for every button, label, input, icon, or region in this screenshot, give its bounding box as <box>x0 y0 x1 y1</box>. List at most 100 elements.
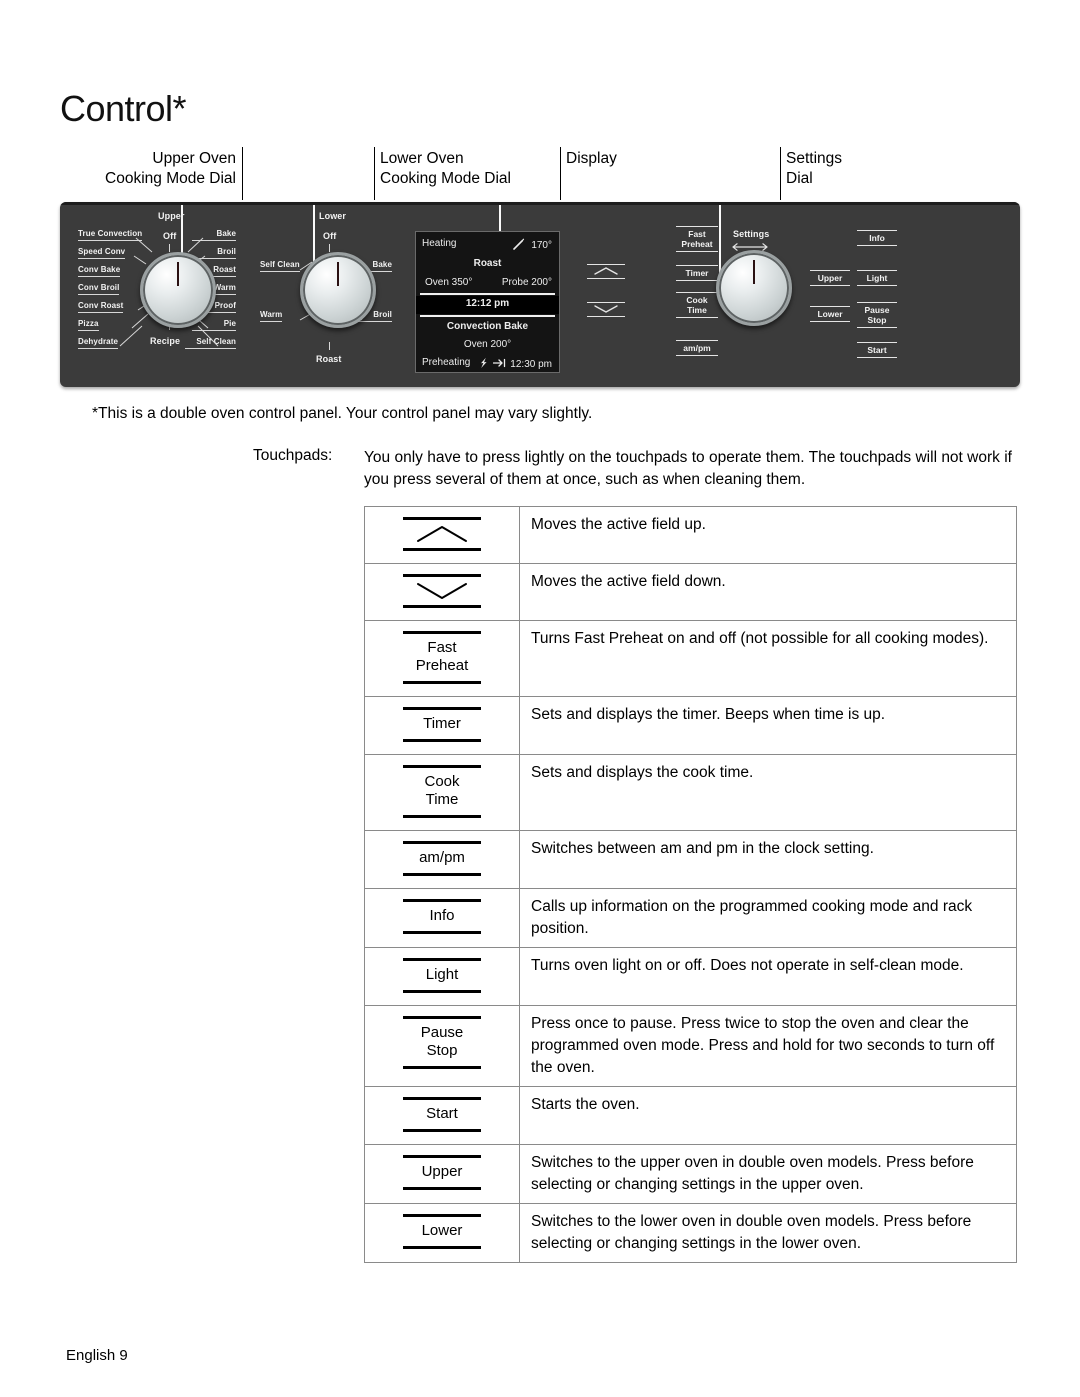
up-chevron-icon <box>587 266 625 277</box>
touchpad-graphic-wrapper: Cook Time <box>365 755 519 830</box>
display-oven-temp-upper: Oven 350° <box>425 277 473 288</box>
touchpad-graphic-pause-stop: Pause Stop <box>403 1016 481 1069</box>
touchpad-light[interactable]: Light <box>857 270 897 286</box>
callout-rule-1 <box>242 147 243 200</box>
table-cell-touchpad <box>364 506 520 564</box>
table-cell-touchpad: am/pm <box>364 830 520 889</box>
touchpad-label-line-2: Stop <box>867 315 887 325</box>
callout-line-2: Dial <box>786 170 813 187</box>
touchpad-am-pm[interactable]: am/pm <box>676 340 718 356</box>
table-cell-touchpad: Timer <box>364 696 520 755</box>
upper-dial-mode-true-convection: True Convection <box>78 229 143 241</box>
touchpad-info[interactable]: Info <box>857 230 897 246</box>
touchpad-label-line-1: Cook <box>686 295 708 305</box>
callout-lower-oven-dial: Lower Oven Cooking Mode Dial <box>380 149 511 189</box>
pointer-line-display <box>499 205 501 231</box>
touchpad-label-line-2: Time <box>687 305 707 315</box>
table-row: am/pm Switches between am and pm in the c… <box>364 830 1017 889</box>
touchpad-down-arrow[interactable] <box>587 302 625 317</box>
touchpad-graphic-wrapper: Start <box>365 1087 519 1144</box>
panel-top-edge <box>60 202 1020 205</box>
touchpad-label-line-1: Upper <box>817 273 843 283</box>
touchpad-fast-preheat[interactable]: Fast Preheat <box>676 226 718 252</box>
table-row: Start Starts the oven. <box>364 1086 1017 1145</box>
touchpad-graphic-upper: Upper <box>403 1155 481 1190</box>
table-cell-description: Moves the active field down. <box>519 563 1017 621</box>
touchpad-graphic-wrapper: Lower <box>365 1204 519 1261</box>
touchpads-label: Touchpads: <box>253 447 333 464</box>
callout-rule-4 <box>780 147 781 200</box>
callout-settings-dial: Settings Dial <box>786 149 842 189</box>
table-row: Pause Stop Press once to pause. Press twic… <box>364 1005 1017 1087</box>
touchpad-graphic-light: Light <box>403 958 481 993</box>
arrow-to-bar-icon <box>492 358 505 368</box>
touchpad-graphic-info: Info <box>403 899 481 934</box>
touchpad-graphic-wrapper: Upper <box>365 1145 519 1202</box>
display-end-time: 12:30 pm <box>510 359 552 370</box>
settings-dial[interactable] <box>716 250 792 326</box>
down-chevron-icon <box>587 304 625 315</box>
display-oven-temp-lower: Oven 200° <box>463 339 512 350</box>
touchpad-label-line-1: Fast <box>427 639 457 656</box>
upper-dial-name: Upper <box>158 211 185 221</box>
lower-dial-name: Lower <box>319 211 347 221</box>
control-panel-illustration: Upper Off True Convection Speed Conv Con… <box>60 202 1020 387</box>
upper-dial-mode-conv-broil: Conv Broil <box>78 283 120 295</box>
table-cell-touchpad: Info <box>364 888 520 948</box>
touchpad-graphic-lower: Lower <box>403 1214 481 1249</box>
touchpad-up-arrow[interactable] <box>587 264 625 279</box>
callout-line-1: Lower Oven <box>380 150 464 167</box>
display-clock: 12:12 pm <box>465 298 510 309</box>
table-cell-description: Turns Fast Preheat on and off (not possi… <box>519 620 1017 697</box>
lower-oven-cooking-mode-dial[interactable] <box>300 252 376 328</box>
touchpad-start[interactable]: Start <box>857 342 897 358</box>
display-mode-upper: Roast <box>473 258 502 269</box>
touchpad-label-line-1: Upper <box>421 1163 463 1180</box>
touchpad-graphic-fast-preheat: Fast Preheat <box>403 631 481 684</box>
touchpad-graphic-am-pm: am/pm <box>403 841 481 876</box>
display-status-lower: Preheating <box>422 357 471 368</box>
table-row: Timer Sets and displays the timer. Beeps … <box>364 696 1017 755</box>
table-cell-touchpad: Cook Time <box>364 754 520 831</box>
oven-display-screen: Heating 170° Roast Oven 350° Probe 200° … <box>415 231 560 373</box>
touchpad-pause-stop[interactable]: Pause Stop <box>857 302 897 328</box>
touchpad-label-line-1: Timer <box>423 715 461 732</box>
table-row: Moves the active field down. <box>364 563 1017 621</box>
upper-dial-mode-bake: Bake <box>192 229 236 241</box>
touchpad-graphic-wrapper <box>365 564 519 620</box>
display-mode-lower: Convection Bake <box>446 321 529 332</box>
touchpad-label-line-1: Info <box>429 907 455 924</box>
up-chevron-icon <box>417 526 467 542</box>
touchpad-label-line-2: Preheat <box>681 239 713 249</box>
display-divider-top <box>420 293 555 295</box>
touchpad-upper[interactable]: Upper <box>810 270 850 286</box>
table-row: Fast Preheat Turns Fast Preheat on and off… <box>364 620 1017 697</box>
table-row: Moves the active field up. <box>364 506 1017 564</box>
touchpad-label-line-1: Pause <box>420 1024 464 1041</box>
table-cell-description: Press once to pause. Press twice to stop… <box>519 1005 1017 1087</box>
touchpad-graphic-wrapper: Pause Stop <box>365 1006 519 1081</box>
touchpad-lower[interactable]: Lower <box>810 306 850 322</box>
table-row: Light Turns oven light on or off. Does no… <box>364 947 1017 1006</box>
table-cell-touchpad: Upper <box>364 1144 520 1204</box>
touchpad-label-line-1: Lower <box>817 309 843 319</box>
touchpad-timer[interactable]: Timer <box>676 265 718 281</box>
lower-dial-off-label: Off <box>323 231 337 241</box>
upper-dial-mode-recipe: Recipe <box>150 336 181 346</box>
table-cell-description: Sets and displays the timer. Beeps when … <box>519 696 1017 755</box>
upper-oven-cooking-mode-dial[interactable] <box>140 252 216 328</box>
table-cell-description: Turns oven light on or off. Does not ope… <box>519 947 1017 1006</box>
upper-dial-mode-dehydrate: Dehydrate <box>78 337 119 349</box>
table-cell-touchpad: Start <box>364 1086 520 1145</box>
upper-dial-mode-pizza: Pizza <box>78 319 99 331</box>
page-footer: English 9 <box>66 1347 128 1364</box>
touchpad-graphic-wrapper: Light <box>365 948 519 1005</box>
callout-line-1: Upper Oven <box>152 150 236 167</box>
callout-line-1: Settings <box>786 150 843 167</box>
touchpad-graphic-wrapper: Fast Preheat <box>365 621 519 696</box>
lower-dial-mode-roast: Roast <box>316 354 342 364</box>
down-chevron-icon <box>417 583 467 599</box>
touchpad-graphic-start: Start <box>403 1097 481 1132</box>
touchpad-label-line-1: Light <box>866 273 888 283</box>
touchpad-cook-time[interactable]: Cook Time <box>676 292 718 318</box>
